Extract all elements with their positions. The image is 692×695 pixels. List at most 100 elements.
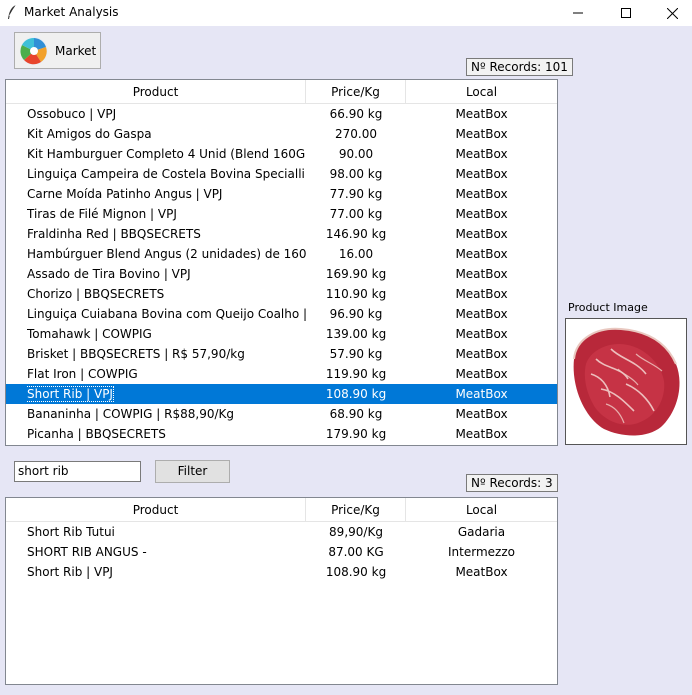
table-row[interactable]: Assado de Tira Bovino | VPJ 169.90 kg Meat… [6, 264, 557, 284]
product-cell: Linguiça Campeira de Costela Bovina Spec… [27, 167, 305, 181]
column-header-price[interactable]: Price/Kg [306, 80, 406, 104]
table-row[interactable]: Short Rib | VPJ 108.90 kg MeatBox [6, 562, 557, 582]
table-row[interactable]: Picanha | BBQSECRETS 179.90 kg MeatBox [6, 424, 557, 444]
column-header-product[interactable]: Product [6, 80, 306, 104]
product-cell: Flat Iron | COWPIG [27, 367, 138, 381]
product-cell: Kit Hamburguer Completo 4 Unid (Blend 16… [27, 147, 306, 161]
table-row[interactable]: Linguiça Cuiabana Bovina com Queijo Coal… [6, 304, 557, 324]
product-cell: Hambúrguer Blend Angus (2 unidades) de 1… [27, 247, 306, 261]
local-cell: MeatBox [455, 387, 508, 401]
local-cell: MeatBox [455, 565, 508, 579]
local-cell: MeatBox [455, 407, 508, 421]
column-header-local[interactable]: Local [406, 498, 557, 522]
price-cell: 98.00 kg [329, 167, 383, 181]
filter-input[interactable]: short rib [14, 461, 141, 482]
raw-beef-steak-image [573, 327, 680, 436]
filtered-table-header: Product Price/Kg Local [6, 498, 557, 522]
table-row[interactable]: Fraldinha Red | BBQSECRETS 146.90 kg MeatB… [6, 224, 557, 244]
table-row[interactable]: Carne Moída Patinho Angus | VPJ 77.90 kg M… [6, 184, 557, 204]
maximize-button[interactable] [603, 0, 649, 26]
products-table-header: Product Price/Kg Local [6, 80, 557, 104]
products-table-body: Ossobuco | VPJ 66.90 kg MeatBox Kit Amigos … [6, 104, 557, 444]
product-cell: Chorizo | BBQSECRETS [27, 287, 165, 301]
local-cell: MeatBox [455, 367, 508, 381]
product-cell: Tomahawk | COWPIG [27, 327, 152, 341]
close-button[interactable] [649, 0, 692, 26]
local-cell: MeatBox [455, 427, 508, 441]
local-cell: MeatBox [455, 327, 508, 341]
filtered-table[interactable]: Product Price/Kg Local Short Rib Tutui 89… [5, 497, 558, 685]
filter-button[interactable]: Filter [155, 460, 230, 483]
window-title: Market Analysis [24, 5, 119, 19]
table-row[interactable]: Hambúrguer Blend Angus (2 unidades) de 1… [6, 244, 557, 264]
product-cell: Assado de Tira Bovino | VPJ [27, 267, 191, 281]
column-header-local[interactable]: Local [406, 80, 557, 104]
product-cell: SHORT RIB ANGUS - [27, 545, 147, 559]
table-row[interactable]: Linguiça Campeira de Costela Bovina Spec… [6, 164, 557, 184]
table-row[interactable]: Kit Amigos do Gaspa 270.00 MeatBox [6, 124, 557, 144]
bottom-records-count: Nº Records: 3 [466, 474, 558, 492]
local-cell: MeatBox [455, 267, 508, 281]
table-row[interactable]: SHORT RIB ANGUS - 87.00 KG Intermezzo [6, 542, 557, 562]
price-cell: 57.90 kg [329, 347, 383, 361]
product-cell: Short Rib Tutui [27, 525, 115, 539]
price-cell: 68.90 kg [329, 407, 383, 421]
close-icon [666, 7, 678, 19]
table-row[interactable]: Ossobuco | VPJ 66.90 kg MeatBox [6, 104, 557, 124]
price-cell: 146.90 kg [325, 227, 387, 241]
table-row[interactable]: Chorizo | BBQSECRETS 110.90 kg MeatBox [6, 284, 557, 304]
product-cell: Short Rib | VPJ [27, 386, 114, 402]
filtered-table-body: Short Rib Tutui 89,90/Kg Gadaria SHORT RIB … [6, 522, 557, 582]
price-cell: 90.00 [338, 147, 374, 161]
market-button[interactable]: Market [14, 32, 101, 69]
column-header-product[interactable]: Product [6, 498, 306, 522]
market-logo-icon [20, 36, 48, 65]
local-cell: Gadaria [457, 525, 506, 539]
product-cell: Picanha | BBQSECRETS [27, 427, 166, 441]
price-cell: 108.90 kg [325, 565, 387, 579]
price-cell: 110.90 kg [325, 287, 387, 301]
local-cell: MeatBox [455, 347, 508, 361]
product-image-frame [565, 318, 687, 445]
table-row[interactable]: Tomahawk | COWPIG 139.00 kg MeatBox [6, 324, 557, 344]
table-row[interactable]: Short Rib Tutui 89,90/Kg Gadaria [6, 522, 557, 542]
table-row[interactable]: Flat Iron | COWPIG 119.90 kg MeatBox [6, 364, 557, 384]
product-cell: Fraldinha Red | BBQSECRETS [27, 227, 201, 241]
product-image-label: Product Image [568, 301, 648, 314]
local-cell: MeatBox [455, 127, 508, 141]
product-cell: Bananinha | COWPIG | R$88,90/Kg [27, 407, 235, 421]
product-cell: Tiras de Filé Mignon | VPJ [27, 207, 177, 221]
price-cell: 77.90 kg [329, 187, 383, 201]
local-cell: MeatBox [455, 187, 508, 201]
price-cell: 179.90 kg [325, 427, 387, 441]
local-cell: MeatBox [455, 147, 508, 161]
price-cell: 16.00 [338, 247, 374, 261]
feather-icon [8, 4, 17, 19]
local-cell: MeatBox [455, 247, 508, 261]
product-cell: Brisket | BBQSECRETS | R$ 57,90/kg [27, 347, 245, 361]
column-header-price[interactable]: Price/Kg [306, 498, 406, 522]
local-cell: MeatBox [455, 287, 508, 301]
minimize-button[interactable] [555, 0, 601, 26]
maximize-icon [621, 8, 631, 18]
price-cell: 96.90 kg [329, 307, 383, 321]
table-row[interactable]: Bananinha | COWPIG | R$88,90/Kg 68.90 kg M… [6, 404, 557, 424]
table-row[interactable]: Short Rib | VPJ 108.90 kg MeatBox [6, 384, 557, 404]
price-cell: 108.90 kg [325, 387, 387, 401]
table-row[interactable]: Tiras de Filé Mignon | VPJ 77.00 kg MeatBo… [6, 204, 557, 224]
price-cell: 87.00 KG [328, 545, 384, 559]
table-row[interactable]: Kit Hamburguer Completo 4 Unid (Blend 16… [6, 144, 557, 164]
product-cell: Linguiça Cuiabana Bovina com Queijo Coal… [27, 307, 306, 321]
market-button-label: Market [55, 43, 97, 58]
minimize-icon [573, 12, 583, 14]
price-cell: 169.90 kg [325, 267, 387, 281]
title-bar: Market Analysis [0, 0, 692, 26]
local-cell: MeatBox [455, 307, 508, 321]
products-table[interactable]: Product Price/Kg Local Ossobuco | VPJ 66.… [5, 79, 558, 446]
local-cell: MeatBox [455, 107, 508, 121]
table-row[interactable]: Brisket | BBQSECRETS | R$ 57,90/kg 57.90 … [6, 344, 557, 364]
product-cell: Carne Moída Patinho Angus | VPJ [27, 187, 223, 201]
price-cell: 139.00 kg [325, 327, 387, 341]
product-cell: Kit Amigos do Gaspa [27, 127, 152, 141]
price-cell: 77.00 kg [329, 207, 383, 221]
